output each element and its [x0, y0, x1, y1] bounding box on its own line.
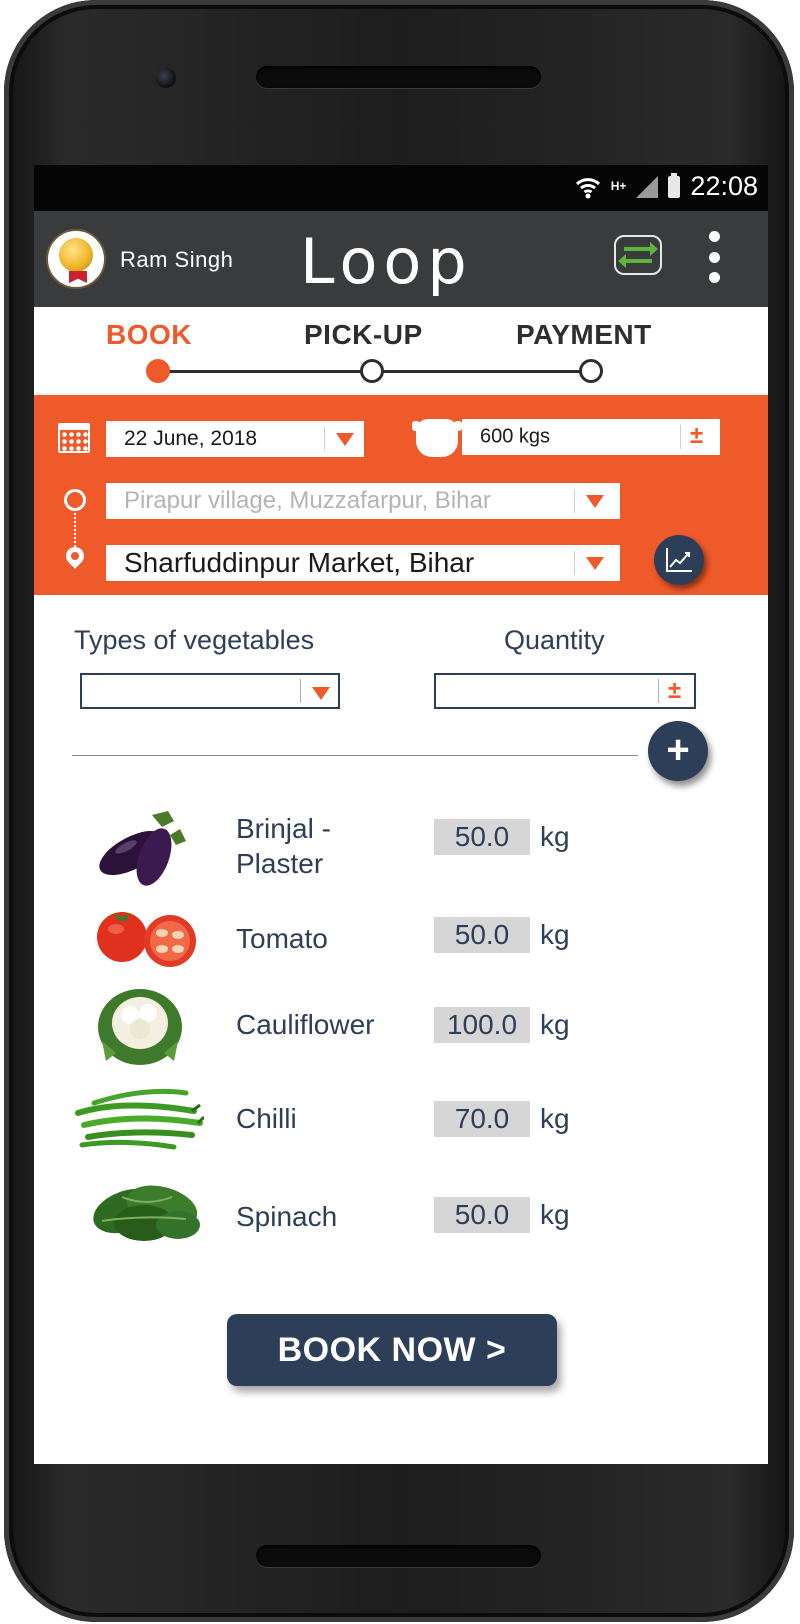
destination-value: Sharfuddinpur Market, Bihar — [124, 547, 475, 578]
list-item: Chilli 70.0 kg — [34, 1073, 768, 1163]
item-unit: kg — [540, 821, 570, 852]
avatar[interactable] — [46, 229, 106, 289]
cauliflower-icon — [98, 989, 182, 1065]
overflow-menu-button[interactable] — [702, 231, 726, 283]
arrow-left-icon — [618, 254, 652, 268]
booking-panel: 22 June, 2018 600 kgs ± Pirapur village,… — [34, 395, 768, 595]
item-quantity: 50.0 — [434, 917, 530, 953]
vegetable-type-select[interactable] — [80, 673, 340, 709]
brinjal-icon — [99, 811, 186, 886]
phone-frame: H+ 22:08 Ram Singh Loop BOOK PICK-UP PAY… — [4, 0, 794, 1622]
wifi-icon — [575, 177, 600, 198]
plus-minus-icon[interactable]: ± — [668, 679, 681, 703]
tomato-icon — [97, 912, 196, 967]
origin-circle-icon — [64, 489, 86, 511]
book-now-button[interactable]: BOOK NOW > — [227, 1314, 557, 1386]
item-name: Brinjal - Plaster — [236, 813, 331, 879]
step-dot-payment — [579, 359, 603, 383]
item-name: Cauliflower — [236, 1009, 375, 1040]
route-dotted-line — [74, 513, 76, 547]
select-divider — [324, 427, 325, 451]
select-divider — [574, 489, 575, 513]
arrow-right-icon — [624, 242, 658, 256]
item-quantity: 100.0 — [434, 1007, 530, 1043]
list-item: Brinjal - Plaster 50.0 kg — [34, 801, 768, 891]
quantity-label: Quantity — [504, 625, 605, 655]
tab-pick-up[interactable]: PICK-UP — [304, 319, 423, 351]
weight-field[interactable]: 600 kgs ± — [462, 419, 720, 455]
item-quantity: 70.0 — [434, 1101, 530, 1137]
pickup-location-select[interactable]: Pirapur village, Muzzafarpur, Bihar — [106, 483, 620, 519]
item-unit: kg — [540, 1199, 570, 1230]
item-name: Spinach — [236, 1201, 338, 1232]
step-dot-pick-up — [360, 359, 384, 383]
tab-payment[interactable]: PAYMENT — [516, 319, 652, 351]
medal-icon — [59, 238, 93, 272]
dot-icon — [708, 251, 720, 263]
item-quantity: 50.0 — [434, 1197, 530, 1233]
battery-icon — [668, 172, 681, 198]
select-divider — [574, 551, 575, 575]
pickup-location-placeholder: Pirapur village, Muzzafarpur, Bihar — [124, 487, 491, 514]
front-camera — [156, 68, 176, 88]
calendar-icon — [58, 423, 90, 453]
app-header: Ram Singh Loop — [34, 211, 768, 307]
add-vegetable-button[interactable]: + — [648, 721, 708, 781]
select-divider — [300, 679, 301, 703]
item-name: Chilli — [236, 1103, 297, 1134]
ribbon-icon — [69, 271, 87, 283]
item-name: Tomato — [236, 923, 328, 954]
date-select[interactable]: 22 June, 2018 — [106, 421, 364, 457]
spinach-icon — [93, 1185, 200, 1241]
date-value: 22 June, 2018 — [124, 427, 258, 450]
dot-icon — [708, 272, 720, 283]
list-item: Tomato 50.0 kg — [34, 903, 768, 993]
earpiece-speaker — [256, 66, 541, 88]
dropdown-arrow-icon — [336, 433, 354, 446]
destination-select[interactable]: Sharfuddinpur Market, Bihar — [106, 545, 620, 581]
chilli-icon — [75, 1088, 204, 1150]
status-time: 22:08 — [690, 171, 758, 201]
item-unit: kg — [540, 919, 570, 950]
item-unit: kg — [540, 1103, 570, 1134]
field-divider — [680, 425, 681, 449]
tab-book[interactable]: BOOK — [106, 319, 192, 351]
quantity-input[interactable]: ± — [434, 673, 696, 709]
types-of-vegetables-label: Types of vegetables — [74, 625, 315, 655]
progress-steps: BOOK PICK-UP PAYMENT — [34, 307, 768, 403]
sack-icon — [412, 419, 462, 457]
list-item: Cauliflower 100.0 kg — [34, 981, 768, 1071]
bottom-speaker — [256, 1545, 541, 1567]
network-type-icon: H+ — [610, 179, 627, 193]
switch-role-button[interactable] — [614, 235, 662, 275]
dropdown-arrow-icon — [312, 687, 330, 700]
section-divider — [72, 755, 638, 756]
user-name: Ram Singh — [120, 247, 234, 272]
dropdown-arrow-icon — [586, 495, 604, 508]
dot-icon — [708, 231, 720, 242]
trend-chart-icon — [666, 548, 692, 572]
dropdown-arrow-icon — [586, 557, 604, 570]
app-screen: H+ 22:08 Ram Singh Loop BOOK PICK-UP PAY… — [34, 165, 768, 1464]
step-dot-book — [146, 359, 170, 383]
list-item: Spinach 50.0 kg — [34, 1167, 768, 1257]
item-quantity: 50.0 — [434, 819, 530, 855]
app-logo: Loop — [300, 225, 473, 298]
field-divider — [658, 679, 659, 703]
price-trend-button[interactable] — [654, 535, 704, 585]
signal-icon — [636, 175, 659, 198]
item-unit: kg — [540, 1009, 570, 1040]
status-bar: H+ 22:08 — [34, 165, 768, 211]
location-pin-icon — [62, 543, 88, 569]
plus-minus-icon[interactable]: ± — [690, 424, 703, 448]
weight-value: 600 kgs — [480, 425, 551, 448]
